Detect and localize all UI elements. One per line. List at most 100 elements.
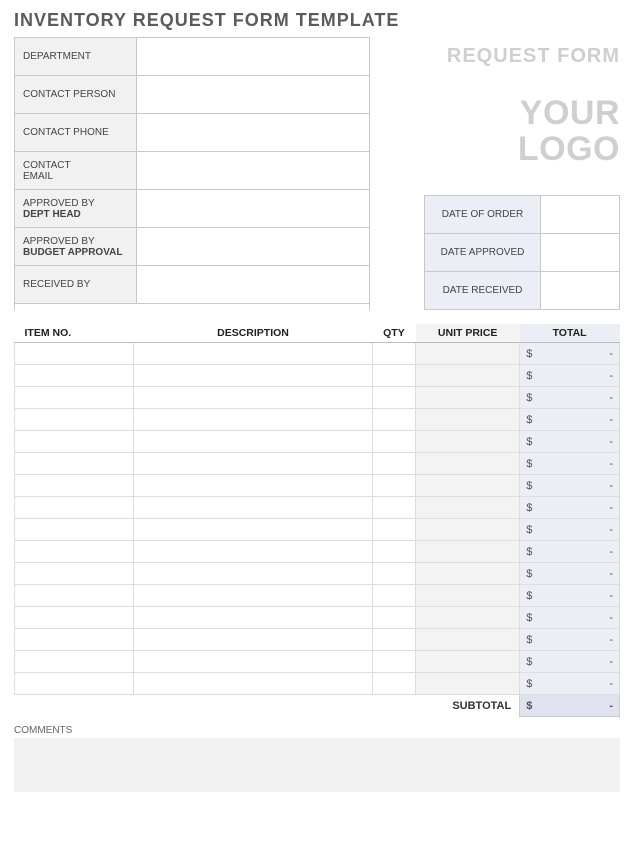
currency-symbol: $	[526, 502, 532, 514]
cell-qty[interactable]	[372, 541, 415, 563]
cell-item[interactable]	[15, 519, 134, 541]
cell-desc[interactable]	[134, 497, 373, 519]
info-value[interactable]	[137, 190, 369, 227]
cell-qty[interactable]	[372, 343, 415, 365]
date-value[interactable]	[541, 196, 619, 233]
cell-unit[interactable]	[416, 409, 520, 431]
cell-unit[interactable]	[416, 651, 520, 673]
cell-qty[interactable]	[372, 409, 415, 431]
cell-desc[interactable]	[134, 365, 373, 387]
cell-item[interactable]	[15, 453, 134, 475]
cell-unit[interactable]	[416, 563, 520, 585]
cell-unit[interactable]	[416, 475, 520, 497]
logo-line2: LOGO	[518, 132, 620, 168]
info-value[interactable]	[137, 152, 369, 189]
info-row: DEPARTMENT	[15, 38, 369, 76]
info-value[interactable]	[137, 38, 369, 75]
cell-total: $-	[520, 541, 620, 563]
cell-unit[interactable]	[416, 585, 520, 607]
info-label-line1: APPROVED BY	[23, 236, 128, 247]
currency-symbol: $	[526, 370, 532, 382]
total-value: -	[609, 656, 613, 668]
cell-unit[interactable]	[416, 541, 520, 563]
cell-unit[interactable]	[416, 431, 520, 453]
info-value[interactable]	[137, 76, 369, 113]
cell-item[interactable]	[15, 343, 134, 365]
cell-item[interactable]	[15, 585, 134, 607]
cell-desc[interactable]	[134, 607, 373, 629]
info-label: CONTACT PHONE	[15, 114, 137, 151]
cell-qty[interactable]	[372, 673, 415, 695]
total-value: -	[609, 524, 613, 536]
date-value[interactable]	[541, 272, 619, 309]
currency-symbol: $	[526, 392, 532, 404]
cell-desc[interactable]	[134, 431, 373, 453]
cell-item[interactable]	[15, 673, 134, 695]
info-value[interactable]	[137, 114, 369, 151]
cell-item[interactable]	[15, 651, 134, 673]
date-row: DATE OF ORDER	[425, 196, 619, 234]
cell-total: $-	[520, 585, 620, 607]
cell-desc[interactable]	[134, 541, 373, 563]
info-value[interactable]	[137, 228, 369, 265]
cell-desc[interactable]	[134, 475, 373, 497]
table-row: $-	[15, 563, 620, 585]
info-label-line1: CONTACT PERSON	[23, 89, 128, 100]
cell-qty[interactable]	[372, 387, 415, 409]
info-row: APPROVED BYBUDGET APPROVAL	[15, 228, 369, 266]
info-value[interactable]	[137, 266, 369, 303]
info-label-line2: BUDGET APPROVAL	[23, 247, 128, 258]
cell-unit[interactable]	[416, 343, 520, 365]
cell-unit[interactable]	[416, 453, 520, 475]
cell-qty[interactable]	[372, 607, 415, 629]
cell-desc[interactable]	[134, 673, 373, 695]
cell-item[interactable]	[15, 387, 134, 409]
cell-item[interactable]	[15, 607, 134, 629]
table-row: $-	[15, 475, 620, 497]
cell-qty[interactable]	[372, 519, 415, 541]
cell-desc[interactable]	[134, 453, 373, 475]
cell-desc[interactable]	[134, 651, 373, 673]
cell-item[interactable]	[15, 475, 134, 497]
currency-symbol: $	[526, 480, 532, 492]
cell-qty[interactable]	[372, 563, 415, 585]
date-label: DATE OF ORDER	[425, 196, 541, 233]
cell-qty[interactable]	[372, 585, 415, 607]
cell-unit[interactable]	[416, 497, 520, 519]
cell-unit[interactable]	[416, 519, 520, 541]
cell-item[interactable]	[15, 365, 134, 387]
cell-item[interactable]	[15, 431, 134, 453]
cell-qty[interactable]	[372, 453, 415, 475]
comments-input[interactable]	[14, 738, 620, 792]
cell-desc[interactable]	[134, 629, 373, 651]
cell-qty[interactable]	[372, 629, 415, 651]
cell-qty[interactable]	[372, 497, 415, 519]
currency-symbol: $	[526, 634, 532, 646]
cell-unit[interactable]	[416, 629, 520, 651]
cell-qty[interactable]	[372, 475, 415, 497]
cell-desc[interactable]	[134, 343, 373, 365]
cell-item[interactable]	[15, 563, 134, 585]
cell-qty[interactable]	[372, 651, 415, 673]
cell-desc[interactable]	[134, 409, 373, 431]
cell-unit[interactable]	[416, 365, 520, 387]
header-unit-price: UNIT PRICE	[416, 324, 520, 343]
cell-item[interactable]	[15, 497, 134, 519]
cell-unit[interactable]	[416, 673, 520, 695]
cell-item[interactable]	[15, 541, 134, 563]
total-value: -	[609, 436, 613, 448]
cell-unit[interactable]	[416, 607, 520, 629]
cell-desc[interactable]	[134, 585, 373, 607]
cell-desc[interactable]	[134, 563, 373, 585]
cell-qty[interactable]	[372, 431, 415, 453]
cell-desc[interactable]	[134, 519, 373, 541]
table-row: $-	[15, 453, 620, 475]
currency-symbol: $	[526, 436, 532, 448]
cell-desc[interactable]	[134, 387, 373, 409]
cell-qty[interactable]	[372, 365, 415, 387]
date-block: DATE OF ORDERDATE APPROVEDDATE RECEIVED	[424, 195, 620, 310]
date-value[interactable]	[541, 234, 619, 271]
cell-unit[interactable]	[416, 387, 520, 409]
cell-item[interactable]	[15, 629, 134, 651]
cell-item[interactable]	[15, 409, 134, 431]
